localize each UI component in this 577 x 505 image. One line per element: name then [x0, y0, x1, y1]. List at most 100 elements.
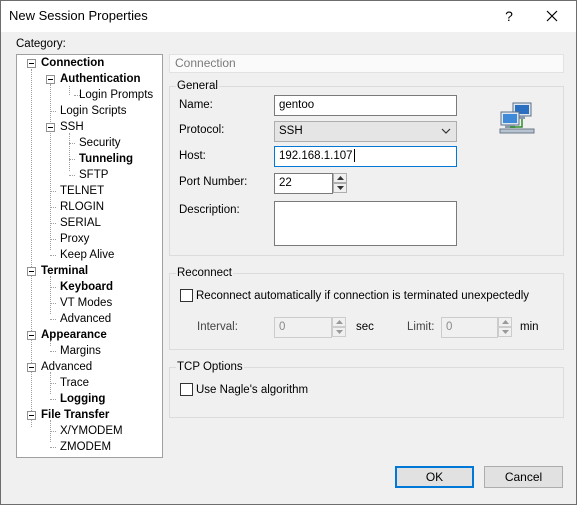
- reconnect-checkbox-label[interactable]: Reconnect automatically if connection is…: [196, 289, 529, 303]
- tree-item-advanced[interactable]: Advanced: [41, 359, 92, 375]
- tree-line: [50, 239, 56, 240]
- spin-down-icon[interactable]: [498, 327, 512, 337]
- tree-line: [50, 287, 56, 288]
- tree-line: [69, 86, 70, 95]
- protocol-select[interactable]: SSH: [274, 121, 457, 142]
- collapse-toggle-icon[interactable]: [27, 59, 36, 68]
- tree-item-serial[interactable]: SERIAL: [60, 215, 101, 231]
- description-label: Description:: [179, 204, 240, 216]
- tree-item-xymodem[interactable]: X/YMODEM: [60, 423, 123, 439]
- general-group-title: General: [176, 80, 219, 92]
- network-computers-icon: [499, 102, 535, 134]
- tree-item-authentication[interactable]: Authentication: [60, 71, 141, 87]
- panel-header: Connection: [169, 54, 564, 73]
- collapse-toggle-icon[interactable]: [27, 363, 36, 372]
- tree-line: [31, 69, 32, 427]
- reconnect-group: [169, 273, 564, 350]
- tree-line: [50, 111, 56, 112]
- tree-line: [50, 399, 56, 400]
- chevron-down-icon: [441, 128, 451, 134]
- spin-up-icon[interactable]: [333, 173, 347, 183]
- tree-line: [69, 159, 75, 160]
- ok-button[interactable]: OK: [395, 466, 474, 488]
- host-value: 192.168.1.107: [279, 150, 353, 162]
- category-tree[interactable]: Connection Authentication Login Prompts …: [16, 54, 163, 458]
- cancel-button[interactable]: Cancel: [484, 466, 563, 488]
- tree-line: [50, 351, 56, 352]
- tree-line: [69, 143, 75, 144]
- tree-item-login-scripts[interactable]: Login Scripts: [60, 103, 126, 119]
- host-label: Host:: [179, 150, 206, 162]
- tree-item-terminal[interactable]: Terminal: [41, 263, 88, 279]
- tree-item-file-transfer[interactable]: File Transfer: [41, 407, 109, 423]
- window-title: New Session Properties: [9, 8, 148, 23]
- interval-spinner[interactable]: [332, 317, 346, 337]
- tree-line: [69, 133, 70, 171]
- spin-down-icon[interactable]: [332, 327, 346, 337]
- collapse-toggle-icon[interactable]: [46, 123, 55, 132]
- tree-line: [50, 319, 56, 320]
- text-cursor: [353, 149, 355, 163]
- tree-item-sftp[interactable]: SFTP: [79, 167, 108, 183]
- tree-item-keyboard[interactable]: Keyboard: [60, 279, 113, 295]
- collapse-toggle-icon[interactable]: [27, 331, 36, 340]
- tree-item-rlogin[interactable]: RLOGIN: [60, 199, 104, 215]
- session-properties-dialog: New Session Properties ? Category: Conne…: [0, 0, 577, 505]
- nagle-checkbox-label[interactable]: Use Nagle's algorithm: [196, 383, 308, 397]
- spin-up-icon[interactable]: [332, 317, 346, 327]
- port-number-spinner[interactable]: [333, 173, 347, 193]
- tree-item-terminal-advanced[interactable]: Advanced: [60, 311, 111, 327]
- tcp-options-group-title: TCP Options: [176, 361, 244, 373]
- tree-item-appearance[interactable]: Appearance: [41, 327, 107, 343]
- tree-item-trace[interactable]: Trace: [60, 375, 89, 391]
- tree-item-telnet[interactable]: TELNET: [60, 183, 104, 199]
- limit-label: Limit:: [407, 321, 435, 333]
- limit-unit: min: [520, 321, 539, 333]
- tree-line: [50, 84, 51, 250]
- tree-item-connection[interactable]: Connection: [41, 55, 104, 71]
- tree-item-security[interactable]: Security: [79, 135, 121, 151]
- close-icon: [546, 10, 558, 22]
- tree-item-proxy[interactable]: Proxy: [60, 231, 89, 247]
- tree-item-vt-modes[interactable]: VT Modes: [60, 295, 112, 311]
- tree-line: [50, 207, 56, 208]
- spin-down-icon[interactable]: [333, 183, 347, 193]
- collapse-toggle-icon[interactable]: [27, 411, 36, 420]
- tree-line: [50, 276, 51, 314]
- name-field[interactable]: gentoo: [274, 95, 457, 116]
- tree-item-login-prompts[interactable]: Login Prompts: [79, 87, 153, 103]
- name-label: Name:: [179, 99, 213, 111]
- title-bar[interactable]: New Session Properties ?: [1, 1, 576, 32]
- help-icon: ?: [505, 8, 513, 24]
- tree-line: [50, 255, 56, 256]
- reconnect-checkbox[interactable]: [180, 289, 193, 302]
- collapse-toggle-icon[interactable]: [27, 267, 36, 276]
- tree-line: [50, 191, 56, 192]
- host-field[interactable]: 192.168.1.107: [274, 146, 457, 167]
- category-label: Category:: [16, 38, 66, 50]
- spin-up-icon[interactable]: [498, 317, 512, 327]
- interval-label: Interval:: [197, 321, 238, 333]
- close-button[interactable]: [533, 3, 571, 29]
- interval-unit: sec: [356, 321, 374, 333]
- tree-item-keep-alive[interactable]: Keep Alive: [60, 247, 114, 263]
- tree-line: [50, 383, 56, 384]
- description-field[interactable]: [274, 201, 457, 246]
- protocol-label: Protocol:: [179, 124, 225, 136]
- tree-item-logging[interactable]: Logging: [60, 391, 105, 407]
- limit-spinner[interactable]: [498, 317, 512, 337]
- tree-line: [50, 223, 56, 224]
- help-button[interactable]: ?: [495, 5, 523, 27]
- interval-field[interactable]: 0: [274, 317, 332, 338]
- tree-line: [69, 175, 75, 176]
- nagle-checkbox[interactable]: [180, 383, 193, 396]
- tree-item-zmodem[interactable]: ZMODEM: [60, 439, 111, 455]
- limit-field[interactable]: 0: [441, 317, 498, 338]
- port-number-field[interactable]: 22: [274, 173, 333, 194]
- tree-item-tunneling[interactable]: Tunneling: [79, 151, 133, 167]
- collapse-toggle-icon[interactable]: [46, 75, 55, 84]
- tree-line: [50, 303, 56, 304]
- tree-item-margins[interactable]: Margins: [60, 343, 101, 359]
- reconnect-group-title: Reconnect: [176, 267, 233, 279]
- tree-item-ssh[interactable]: SSH: [60, 119, 84, 135]
